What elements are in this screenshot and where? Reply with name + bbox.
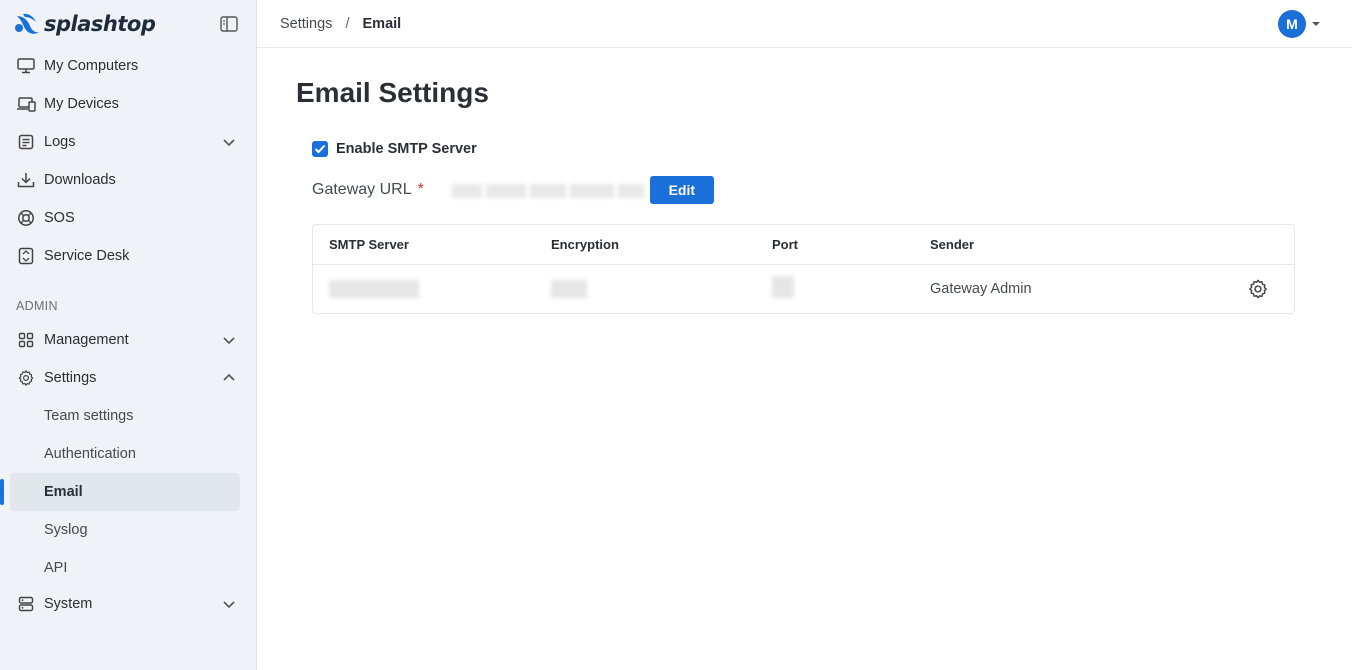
gateway-url-value-redacted (451, 178, 648, 202)
sidebar-item-service-desk[interactable]: Service Desk (0, 237, 256, 275)
sidebar-item-label: SOS (44, 210, 75, 226)
splashtop-logo[interactable]: splashtop (14, 11, 156, 36)
column-header-encryption: Encryption (551, 237, 619, 252)
column-header-port: Port (772, 237, 798, 252)
encryption-cell-redacted (551, 280, 587, 298)
breadcrumb-settings[interactable]: Settings (280, 16, 332, 32)
app-root: splashtop My Computers My Devices Logs D… (0, 0, 1352, 670)
server-icon (16, 594, 36, 614)
top-bar: Settings / Email M (257, 0, 1352, 48)
chevron-down-icon[interactable] (222, 597, 236, 611)
edit-gateway-url-button[interactable]: Edit (649, 176, 714, 204)
sidebar-item-label: My Devices (44, 96, 119, 112)
column-header-sender: Sender (930, 237, 975, 252)
port-cell-redacted (772, 276, 794, 298)
sidebar-toggle-icon (220, 16, 238, 32)
smtp-server-cell-redacted (329, 280, 419, 298)
sidebar-item-label: Settings (44, 370, 97, 386)
sidebar-item-label: System (44, 596, 93, 612)
enable-smtp-label: Enable SMTP Server (336, 141, 477, 157)
sidebar-subitem-label: Email (44, 484, 83, 500)
sidebar-item-logs[interactable]: Logs (0, 123, 256, 161)
sidebar-item-label: Management (44, 332, 129, 348)
main-nav: My Computers My Devices Logs Downloads S… (0, 47, 256, 275)
sidebar-item-label: My Computers (44, 58, 139, 74)
grid-icon (16, 330, 36, 350)
sidebar: splashtop My Computers My Devices Logs D… (0, 0, 257, 670)
column-header-smtp-server: SMTP Server (329, 237, 409, 252)
active-indicator (0, 479, 4, 505)
sos-icon (16, 208, 36, 228)
table-header: SMTP Server Encryption Port Sender (313, 225, 1294, 265)
chevron-down-icon[interactable] (222, 333, 236, 347)
service-desk-icon (16, 246, 36, 266)
sidebar-item-label: Service Desk (44, 248, 130, 264)
monitor-icon (16, 56, 36, 76)
required-mark: * (417, 181, 424, 198)
sidebar-item-label: Logs (44, 134, 76, 150)
sidebar-item-label: Downloads (44, 172, 116, 188)
sidebar-subitem-syslog[interactable]: Syslog (0, 511, 256, 549)
smtp-table: SMTP Server Encryption Port Sender Gatew… (312, 224, 1295, 314)
devices-icon (16, 94, 36, 114)
user-menu[interactable]: M (1278, 10, 1320, 38)
sidebar-item-settings[interactable]: Settings (0, 359, 256, 397)
sidebar-item-my-devices[interactable]: My Devices (0, 85, 256, 123)
enable-smtp-checkbox[interactable] (312, 141, 328, 157)
table-row: Gateway Admin (313, 265, 1294, 313)
sidebar-collapse-button[interactable] (220, 15, 238, 33)
sidebar-subitem-api[interactable]: API (0, 549, 256, 587)
sender-cell: Gateway Admin (930, 281, 1032, 297)
brand-name: splashtop (44, 11, 156, 36)
sidebar-item-my-computers[interactable]: My Computers (0, 47, 256, 85)
main-area: Settings / Email M Email Settings Enable… (257, 0, 1352, 670)
gear-icon (16, 368, 36, 388)
sidebar-subitem-team-settings[interactable]: Team settings (0, 397, 256, 435)
sidebar-item-system[interactable]: System (0, 587, 256, 621)
gear-icon[interactable] (1247, 278, 1269, 300)
page-title: Email Settings (296, 77, 489, 108)
gateway-url-row: Gateway URL * Edit (312, 176, 1352, 204)
logs-icon (16, 132, 36, 152)
breadcrumb-separator: / (345, 15, 350, 32)
admin-nav: Management Settings Team settings Authen… (0, 321, 256, 621)
admin-section-label: ADMIN (16, 299, 58, 313)
breadcrumb-email: Email (362, 15, 402, 32)
checkmark-icon (314, 144, 326, 154)
sidebar-subitem-authentication[interactable]: Authentication (0, 435, 256, 473)
download-icon (16, 170, 36, 190)
caret-down-icon[interactable] (1312, 22, 1320, 26)
sidebar-subitem-email[interactable]: Email (0, 473, 240, 511)
gateway-url-label: Gateway URL (312, 181, 412, 198)
chevron-down-icon[interactable] (222, 135, 236, 149)
breadcrumb: Settings / Email (280, 16, 401, 32)
sidebar-item-sos[interactable]: SOS (0, 199, 256, 237)
splashtop-logo-icon (15, 13, 39, 34)
content: Email Settings Enable SMTP Server Gatewa… (257, 76, 1352, 314)
sidebar-item-management[interactable]: Management (0, 321, 256, 359)
sidebar-item-downloads[interactable]: Downloads (0, 161, 256, 199)
chevron-up-icon[interactable] (222, 371, 236, 385)
enable-smtp-toggle[interactable]: Enable SMTP Server (312, 139, 1352, 159)
logo-row: splashtop (0, 0, 256, 47)
avatar[interactable]: M (1278, 10, 1306, 38)
